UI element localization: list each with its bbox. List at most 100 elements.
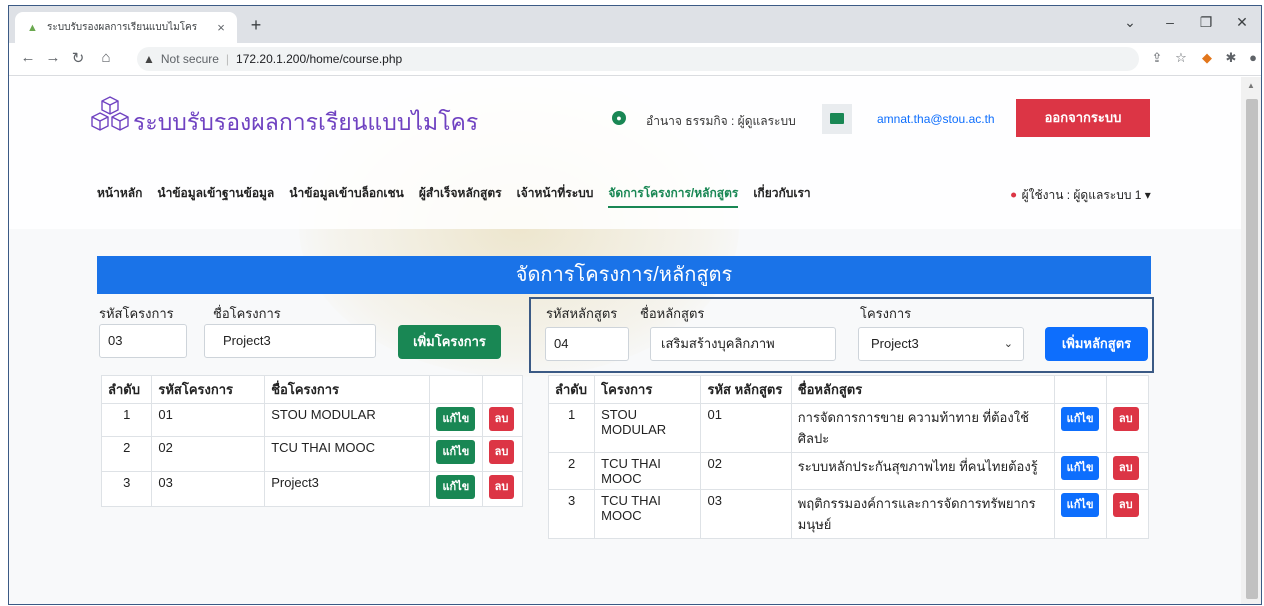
add-course-button[interactable]: เพิ่มหลักสูตร — [1045, 327, 1148, 361]
share-icon[interactable]: ⇪ — [1147, 50, 1167, 66]
edit-button[interactable]: แก้ไข — [1060, 456, 1100, 480]
course-project-selected: Project3 — [871, 336, 919, 351]
delete-button[interactable]: ลบ — [488, 475, 515, 499]
minimize-icon[interactable]: – — [1155, 14, 1185, 30]
new-tab-button[interactable]: + — [245, 15, 267, 36]
table-row: 2 TCU THAI MOOC 02 ระบบหลักประกันสุขภาพไ… — [547, 452, 1150, 490]
row-no: 1 — [100, 403, 153, 437]
delete-button[interactable]: ลบ — [488, 407, 515, 431]
tab-search-icon[interactable]: ⌄ — [1115, 14, 1145, 31]
table-row: 1 STOU MODULAR 01 การจัดการการขาย ความท้… — [547, 403, 1150, 453]
nav-item-graduates[interactable]: ผู้สำเร็จหลักสูตร — [419, 184, 502, 208]
table-row: 1 01 STOU MODULAR แก้ไข ลบ — [100, 403, 524, 437]
site-header: ระบบรับรองผลการเรียนแบบไมโคร ● อำนาจ ธรร… — [9, 77, 1241, 229]
add-project-button[interactable]: เพิ่มโครงการ — [398, 325, 501, 359]
tab-close-icon[interactable]: × — [211, 20, 231, 35]
chevron-down-icon: ⌄ — [1003, 338, 1013, 350]
browser-window: ▲ ระบบรับรองผลการเรียนแบบไมโคร × + ⌄ – ❐… — [8, 5, 1262, 605]
nav-item-home[interactable]: หน้าหลัก — [97, 184, 142, 208]
row-name: ระบบหลักประกันสุขภาพไทย ที่คนไทยต้องรู้ — [790, 452, 1055, 490]
profile-avatar-icon[interactable]: ● — [1243, 50, 1261, 65]
row-code: 01 — [151, 403, 266, 437]
col-header-project-name: ชื่อโครงการ — [264, 375, 431, 404]
nav-item-manage-courses[interactable]: จัดการโครงการ/หลักสูตร — [608, 184, 739, 208]
row-no: 3 — [100, 471, 153, 507]
course-project-label: โครงการ — [860, 306, 912, 321]
extensions-puzzle-icon[interactable]: ✱ — [1221, 50, 1241, 66]
logout-button[interactable]: ออกจากระบบ — [1016, 99, 1150, 137]
col-header-course-code: รหัส หลักสูตร — [700, 375, 792, 404]
project-name-input[interactable]: Project3 — [204, 324, 376, 358]
row-no: 3 — [547, 489, 596, 539]
reload-icon[interactable]: ↻ — [67, 49, 89, 67]
user-menu-label: ผู้ใช้งาน : ผู้ดูแลระบบ 1 — [1021, 188, 1142, 202]
address-bar[interactable]: ▲ Not secure | 172.20.1.200/home/course.… — [137, 47, 1139, 71]
delete-button[interactable]: ลบ — [488, 440, 515, 464]
metamask-extension-icon[interactable]: ◆ — [1197, 50, 1217, 66]
row-no: 2 — [100, 436, 153, 472]
course-table-header: ลำดับ โครงการ รหัส หลักสูตร ชื่อหลักสูตร — [547, 375, 1150, 404]
cube-logo-icon — [91, 96, 129, 131]
row-name: TCU THAI MOOC — [264, 436, 431, 472]
course-table: ลำดับ โครงการ รหัส หลักสูตร ชื่อหลักสูตร… — [547, 375, 1150, 539]
page-scrollbar[interactable]: ▲ — [1241, 77, 1261, 604]
row-code: 03 — [700, 489, 792, 539]
course-code-input[interactable]: 04 — [545, 327, 629, 361]
page-content: ระบบรับรองผลการเรียนแบบไมโคร ● อำนาจ ธรร… — [9, 77, 1241, 604]
bookmark-star-icon[interactable]: ☆ — [1171, 50, 1191, 66]
delete-button[interactable]: ลบ — [1112, 456, 1139, 480]
forward-icon[interactable]: → — [42, 49, 64, 66]
address-url: 172.20.1.200/home/course.php — [236, 52, 403, 66]
edit-button[interactable]: แก้ไข — [1060, 407, 1100, 431]
table-row: 2 02 TCU THAI MOOC แก้ไข ลบ — [100, 436, 524, 472]
row-project: TCU THAI MOOC — [594, 489, 702, 539]
site-title: ระบบรับรองผลการเรียนแบบไมโคร — [133, 109, 479, 135]
tab-title: ระบบรับรองผลการเรียนแบบไมโคร — [47, 22, 198, 33]
current-user-label: อำนาจ ธรรมกิจ : ผู้ดูแลระบบ — [646, 114, 796, 128]
envelope-icon — [830, 113, 844, 124]
browser-toolbar: ← → ↻ ⌂ ▲ Not secure | 172.20.1.200/home… — [9, 43, 1261, 76]
edit-button[interactable]: แก้ไข — [436, 440, 476, 464]
user-circle-icon: ● — [612, 111, 626, 125]
row-no: 2 — [547, 452, 596, 490]
user-email-link[interactable]: amnat.tha@stou.ac.th — [877, 112, 995, 126]
edit-button[interactable]: แก้ไข — [436, 475, 476, 499]
course-project-select[interactable]: Project3 ⌄ — [858, 327, 1024, 361]
row-project: STOU MODULAR — [594, 403, 702, 453]
browser-tab[interactable]: ▲ ระบบรับรองผลการเรียนแบบไมโคร × — [15, 12, 237, 43]
course-code-label: รหัสหลักสูตร — [546, 306, 618, 321]
row-name: พฤติกรรมองค์การและการจัดการทรัพยากรมนุษย… — [790, 489, 1055, 539]
row-code: 02 — [151, 436, 266, 472]
scroll-up-arrow-icon[interactable]: ▲ — [1247, 81, 1255, 90]
col-header-delete — [1105, 375, 1150, 404]
col-header-no: ลำดับ — [100, 375, 153, 404]
project-name-label: ชื่อโครงการ — [213, 306, 281, 321]
caret-down-icon: ▾ — [1144, 188, 1151, 202]
nav-item-import-database[interactable]: นำข้อมูลเข้าฐานข้อมูล — [157, 184, 274, 208]
nav-item-about[interactable]: เกี่ยวกับเรา — [753, 184, 810, 208]
col-header-edit — [429, 375, 483, 404]
maximize-icon[interactable]: ❐ — [1191, 14, 1221, 31]
back-icon[interactable]: ← — [17, 49, 39, 66]
nav-item-import-blockchain[interactable]: นำข้อมูลเข้าบล็อกเชน — [289, 184, 404, 208]
scrollbar-thumb[interactable] — [1246, 99, 1258, 599]
delete-button[interactable]: ลบ — [1112, 407, 1139, 431]
home-icon[interactable]: ⌂ — [95, 49, 117, 66]
row-code: 03 — [151, 471, 266, 507]
col-header-delete — [481, 375, 524, 404]
edit-button[interactable]: แก้ไข — [436, 407, 476, 431]
mail-icon-box — [822, 104, 852, 134]
delete-button[interactable]: ลบ — [1112, 493, 1139, 517]
page-title-banner: จัดการโครงการ/หลักสูตร — [97, 256, 1151, 294]
course-name-input[interactable]: เสริมสร้างบุคลิกภาพ — [650, 327, 836, 361]
close-window-icon[interactable]: ✕ — [1227, 14, 1257, 31]
col-header-course-name: ชื่อหลักสูตร — [790, 375, 1055, 404]
row-no: 1 — [547, 403, 596, 453]
edit-button[interactable]: แก้ไข — [1060, 493, 1100, 517]
project-code-input[interactable]: 03 — [99, 324, 187, 358]
nav-item-staff[interactable]: เจ้าหน้าที่ระบบ — [517, 184, 594, 208]
user-menu-dropdown[interactable]: ⚫ ผู้ใช้งาน : ผู้ดูแลระบบ 1 ▾ — [1009, 186, 1151, 205]
row-name: การจัดการการขาย ความท้าทาย ที่ต้องใช้ศิล… — [790, 403, 1055, 453]
user-icon: ⚫ — [1009, 190, 1019, 202]
site-favicon-icon: ▲ — [27, 21, 38, 34]
